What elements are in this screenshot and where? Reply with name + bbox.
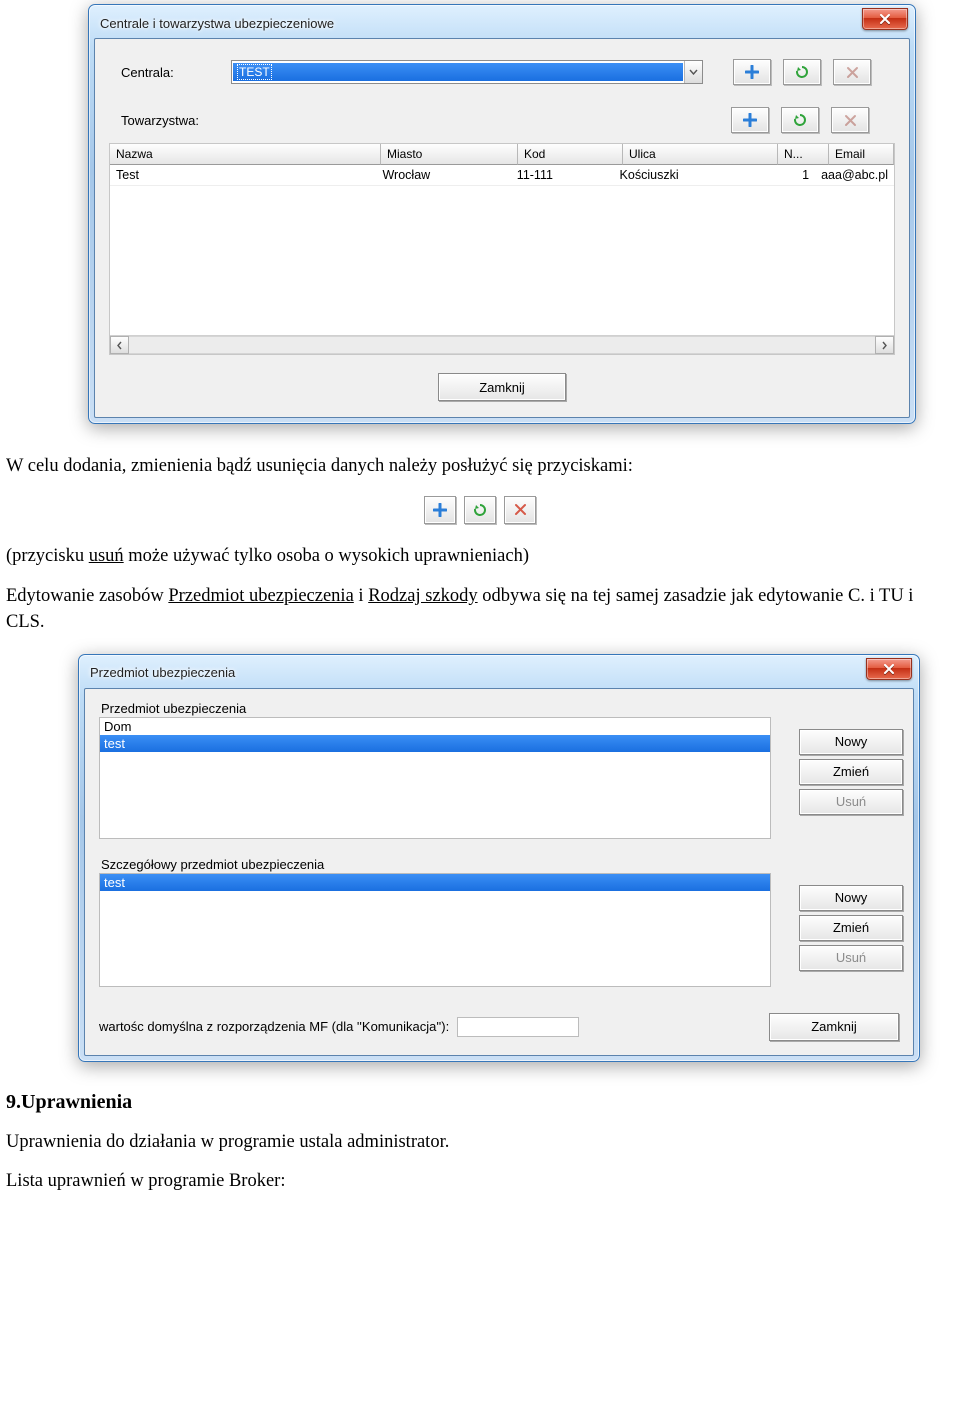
col-ulica[interactable]: Ulica [623, 144, 778, 165]
refresh-icon [795, 65, 809, 79]
centrala-value: TEST [237, 64, 272, 80]
delete-icon [514, 503, 527, 516]
towarzystwa-refresh-button[interactable] [781, 107, 819, 133]
table-hscroll[interactable] [110, 335, 894, 354]
col-nazwa[interactable]: Nazwa [110, 144, 381, 165]
dropdown-arrow[interactable] [684, 61, 702, 83]
paragraph-note: (przycisku usuń może używać tylko osoba … [6, 544, 954, 570]
list2-edit-button[interactable]: Zmień [799, 915, 903, 941]
default-value-label: wartośc domyślna z rozporządzenia MF (dl… [99, 1019, 449, 1034]
list-szczegolowy[interactable]: test [99, 873, 771, 987]
list2-delete-button[interactable]: Usuń [799, 945, 903, 971]
delete-icon [846, 66, 859, 79]
demo-add-button [424, 496, 456, 524]
window-title: Centrale i towarzystwa ubezpieczeniowe [100, 16, 862, 31]
centrala-label: Centrala: [109, 65, 231, 80]
table-header: Nazwa Miasto Kod Ulica N... Email [110, 144, 894, 165]
centrala-refresh-button[interactable] [783, 59, 821, 85]
refresh-icon [473, 503, 487, 517]
towarzystwa-delete-button[interactable] [831, 107, 869, 133]
centrala-add-button[interactable] [733, 59, 771, 85]
window-close-button[interactable] [862, 8, 908, 30]
chevron-left-icon [116, 341, 123, 350]
paragraph-lista: Lista uprawnień w programie Broker: [6, 1169, 954, 1195]
demo-refresh-button [464, 496, 496, 524]
paragraph-edit-info: Edytowanie zasobów Przedmiot ubezpieczen… [6, 584, 954, 636]
list2-new-button[interactable]: Nowy [799, 885, 903, 911]
list-item[interactable]: test [100, 874, 770, 891]
table-row[interactable]: Test Wrocław 11-111 Kościuszki 1 aaa@abc… [110, 165, 894, 186]
heading-9: 9.Uprawnienia [6, 1088, 954, 1116]
col-miasto[interactable]: Miasto [381, 144, 518, 165]
scroll-right-button[interactable] [875, 336, 894, 354]
col-email[interactable]: Email [829, 144, 894, 165]
list-item[interactable]: Dom [100, 718, 770, 735]
window-przedmiot: Przedmiot ubezpieczenia Przedmiot ubezpi… [78, 654, 920, 1062]
section1-label: Przedmiot ubezpieczenia [101, 701, 899, 716]
towarzystwa-add-button[interactable] [731, 107, 769, 133]
plus-icon [743, 113, 757, 127]
titlebar[interactable]: Przedmiot ubezpieczenia [84, 660, 914, 688]
centrala-dropdown[interactable]: TEST [231, 60, 703, 84]
scroll-left-button[interactable] [110, 336, 129, 354]
list1-delete-button[interactable]: Usuń [799, 789, 903, 815]
list-przedmiot[interactable]: Dom test [99, 717, 771, 839]
window-centrale: Centrale i towarzystwa ubezpieczeniowe C… [88, 4, 916, 424]
plus-icon [745, 65, 759, 79]
zamknij-button[interactable]: Zamknij [438, 373, 566, 401]
towarzystwa-label: Towarzystwa: [109, 113, 231, 128]
titlebar[interactable]: Centrale i towarzystwa ubezpieczeniowe [94, 10, 910, 38]
close-icon [879, 14, 891, 24]
window-title: Przedmiot ubezpieczenia [90, 665, 866, 680]
zamknij-button[interactable]: Zamknij [769, 1013, 899, 1041]
demo-delete-button [504, 496, 536, 524]
chevron-right-icon [881, 341, 888, 350]
col-kod[interactable]: Kod [518, 144, 623, 165]
default-value-input[interactable] [457, 1017, 579, 1037]
paragraph-administrator: Uprawnienia do działania w programie ust… [6, 1130, 954, 1156]
centrala-delete-button[interactable] [833, 59, 871, 85]
list1-new-button[interactable]: Nowy [799, 729, 903, 755]
close-icon [883, 664, 895, 674]
refresh-icon [793, 113, 807, 127]
towarzystwa-table[interactable]: Nazwa Miasto Kod Ulica N... Email Test W… [109, 143, 895, 355]
col-n[interactable]: N... [778, 144, 829, 165]
delete-icon [844, 114, 857, 127]
section2-label: Szczegółowy przedmiot ubezpieczenia [101, 857, 899, 872]
plus-icon [433, 503, 447, 517]
paragraph-instructions: W celu dodania, zmienienia bądź usunięci… [6, 454, 954, 480]
list-item[interactable]: test [100, 735, 770, 752]
list1-edit-button[interactable]: Zmień [799, 759, 903, 785]
window-close-button[interactable] [866, 658, 912, 680]
chevron-down-icon [689, 69, 698, 75]
